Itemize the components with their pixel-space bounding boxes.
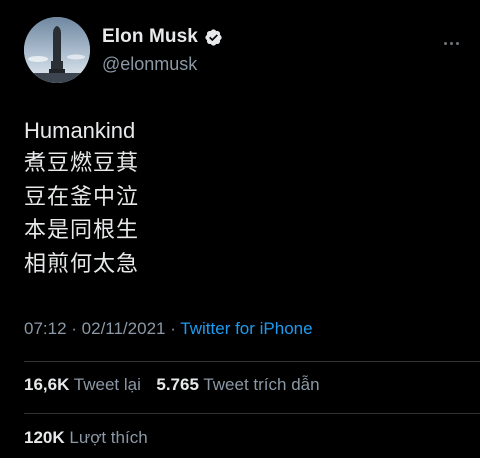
author-handle[interactable]: @elonmusk <box>102 54 223 75</box>
tweet-time[interactable]: 07:12 <box>24 319 67 338</box>
likes-count: 120K <box>24 428 65 447</box>
meta-separator: · <box>165 319 181 338</box>
tweet-source-link[interactable]: Twitter for iPhone <box>180 319 312 338</box>
engagement-stats-row: 16,6K Tweet lại 5.765 Tweet trích dẫn <box>24 375 320 395</box>
name-row: Elon Musk <box>102 25 223 49</box>
starship-photo-avatar <box>24 17 90 83</box>
tweet-line: 本是同根生 <box>24 218 140 244</box>
tweet-meta: 07:12 · 02/11/2021 · Twitter for iPhone <box>24 319 313 339</box>
more-dot <box>450 42 453 45</box>
author-names: Elon Musk @elonmusk <box>102 25 223 75</box>
quotes-label: Tweet trích dẫn <box>203 375 320 394</box>
likes-stats-row: 120K Lượt thích <box>24 428 148 448</box>
retweets-count: 16,6K <box>24 375 70 394</box>
tweet-text: Humankind 煮豆燃豆萁 豆在釜中泣 本是同根生 相煎何太急 <box>24 114 464 281</box>
display-name[interactable]: Elon Musk <box>102 26 198 48</box>
divider <box>24 413 480 414</box>
more-dot <box>456 42 459 45</box>
verified-badge-icon <box>205 28 222 46</box>
retweets-stat[interactable]: 16,6K Tweet lại <box>24 375 141 394</box>
quotes-count: 5.765 <box>156 375 199 394</box>
tweet-line: 豆在釜中泣 <box>24 184 140 210</box>
tweet-line: 煮豆燃豆萁 <box>24 151 140 177</box>
more-options-icon[interactable] <box>444 32 464 45</box>
likes-stat[interactable]: 120K Lượt thích <box>24 428 148 447</box>
meta-separator: · <box>66 319 82 338</box>
tweet-date[interactable]: 02/11/2021 <box>82 319 166 338</box>
tweet-header: Elon Musk @elonmusk <box>24 17 464 83</box>
quotes-stat[interactable]: 5.765 Tweet trích dẫn <box>156 375 319 394</box>
tweet-line: 相煎何太急 <box>24 251 140 277</box>
tweet-line: Humankind <box>24 118 136 143</box>
tweet-detail: Elon Musk @elonmusk Humankind 煮豆燃豆萁 豆在釜中… <box>0 0 480 458</box>
likes-label: Lượt thích <box>69 428 148 447</box>
divider <box>24 361 480 362</box>
retweets-label: Tweet lại <box>73 375 141 394</box>
more-dot <box>444 42 447 45</box>
avatar[interactable] <box>24 17 90 83</box>
